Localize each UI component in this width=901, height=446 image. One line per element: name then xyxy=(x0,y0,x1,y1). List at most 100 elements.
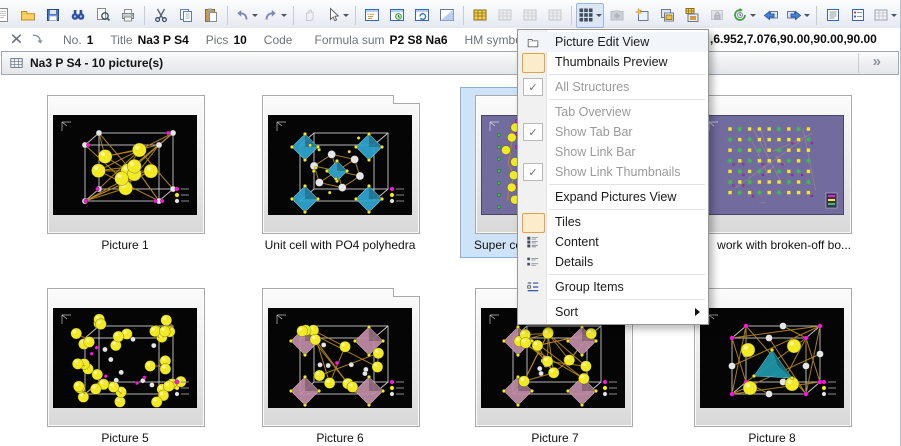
redo-arrow-icon xyxy=(262,7,279,24)
scissors-icon xyxy=(153,7,170,24)
cut-button[interactable] xyxy=(149,3,173,28)
redo-button[interactable] xyxy=(261,3,289,28)
picture-label[interactable]: Picture 7 xyxy=(465,431,645,445)
menu-item-content[interactable]: Content xyxy=(518,232,708,252)
print-preview-button[interactable] xyxy=(91,3,115,28)
menu-item-picture-edit-view[interactable]: Picture Edit View xyxy=(518,32,708,52)
new-picture-button[interactable] xyxy=(630,3,654,28)
new-document-button[interactable] xyxy=(0,3,15,28)
toolbar-separator xyxy=(816,6,817,25)
restore-picture-button[interactable] xyxy=(730,3,758,28)
check-icon: ✓ xyxy=(523,123,543,141)
toolbar-separator xyxy=(463,6,464,25)
picture-label[interactable]: Picture 1 xyxy=(35,238,215,252)
document-view-button[interactable] xyxy=(821,3,845,28)
field-value: P2 S8 Na6 xyxy=(390,33,448,47)
field-label: No. xyxy=(63,33,82,47)
print-button[interactable] xyxy=(116,3,140,28)
data-sheet-export-button xyxy=(518,3,542,28)
submenu-arrow-icon xyxy=(695,308,700,316)
close-record-button[interactable] xyxy=(7,31,26,49)
picture-copy-icon xyxy=(659,7,676,24)
picture-tile-6[interactable] xyxy=(262,288,420,427)
record-field-pics: Pics10 xyxy=(206,33,247,47)
picture-label[interactable]: Picture 6 xyxy=(250,431,430,445)
table-yellow-icon xyxy=(472,7,489,24)
menu-separator xyxy=(549,99,705,100)
picture-tile-1[interactable] xyxy=(47,95,205,234)
next-picture-button[interactable] xyxy=(784,3,812,28)
select-mode-button[interactable] xyxy=(323,3,351,28)
field-label: Code xyxy=(264,33,293,47)
binoculars-icon xyxy=(70,7,87,24)
picture-tile-5[interactable] xyxy=(47,288,205,427)
open-document-button[interactable] xyxy=(16,3,40,28)
copy-button[interactable] xyxy=(174,3,198,28)
record-field-formula-sum: Formula sumP2 S8 Na6 xyxy=(314,33,447,47)
clipboard-icon xyxy=(203,7,220,24)
picture-label[interactable]: Unit cell with PO4 polyhedra xyxy=(250,238,430,252)
undo-button[interactable] xyxy=(232,3,260,28)
menu-item-show-link-thumbnails: ✓Show Link Thumbnails xyxy=(518,162,708,182)
floppy-icon xyxy=(45,7,62,24)
split-view-button[interactable] xyxy=(435,3,459,28)
refresh-view-button[interactable] xyxy=(410,3,434,28)
lock-picture-button xyxy=(705,3,729,28)
menu-item-sort[interactable]: Sort xyxy=(518,302,708,322)
picture-label[interactable]: work with broken-off bo... xyxy=(717,238,851,252)
navigation-pane-button[interactable] xyxy=(360,3,384,28)
previous-picture-button[interactable] xyxy=(759,3,783,28)
props-list-icon xyxy=(850,7,867,24)
tab-overflow-chevron[interactable]: » xyxy=(858,53,891,73)
menu-item-label: Show Link Thumbnails xyxy=(555,165,681,179)
picture-view-mode-button[interactable] xyxy=(576,3,604,28)
goto-record-button[interactable] xyxy=(28,31,47,49)
duplicate-picture-button[interactable] xyxy=(680,3,704,28)
menu-item-expand-pictures-view[interactable]: Expand Pictures View xyxy=(518,187,708,207)
table-view-button[interactable] xyxy=(871,3,899,28)
thumbs-grid-icon xyxy=(577,7,594,24)
picture-tile-4[interactable] xyxy=(694,95,852,234)
toolbar-separator xyxy=(355,6,356,25)
menu-item-group-items[interactable]: Group Items xyxy=(518,277,708,297)
paste-button[interactable] xyxy=(199,3,223,28)
undo-arrow-icon xyxy=(233,7,250,24)
picture-tile-2[interactable] xyxy=(262,95,420,234)
picture-label[interactable]: Super ce xyxy=(474,238,522,252)
pan-mode-button xyxy=(298,3,322,28)
toolbar-separator xyxy=(144,6,145,25)
picture-new-icon xyxy=(634,7,651,24)
cell-parameters: ,6.952,7.076,90.00,90.00,90.00 xyxy=(710,32,877,46)
field-value: 10 xyxy=(233,33,246,47)
menu-item-thumbnails-preview[interactable]: Thumbnails Preview xyxy=(518,52,708,72)
picture-tile-8[interactable] xyxy=(694,288,852,427)
menu-separator xyxy=(549,184,705,185)
picture-label[interactable]: Picture 5 xyxy=(35,431,215,445)
menu-item-show-link-bar: Show Link Bar xyxy=(518,142,708,162)
field-value: 1 xyxy=(87,33,94,47)
table-gray-icon xyxy=(497,7,514,24)
menu-item-show-tab-bar: ✓Show Tab Bar xyxy=(518,122,708,142)
dropdown-arrow-icon xyxy=(596,14,602,17)
properties-view-button[interactable] xyxy=(846,3,870,28)
save-document-button[interactable] xyxy=(41,3,65,28)
find-button[interactable] xyxy=(66,3,90,28)
tab-bar[interactable]: Na3 P S4 - 10 picture(s) » xyxy=(1,51,899,75)
curved-arrow-icon xyxy=(30,31,45,49)
menu-item-details[interactable]: Details xyxy=(518,252,708,272)
menu-item-tab-overview: Tab Overview xyxy=(518,102,708,122)
pointer-icon xyxy=(324,7,341,24)
record-field-code: Code xyxy=(264,33,298,47)
menu-separator xyxy=(549,274,705,275)
copy-picture-button[interactable] xyxy=(655,3,679,28)
recent-pane-button[interactable] xyxy=(385,3,409,28)
menu-separator xyxy=(549,209,705,210)
menu-item-label: Content xyxy=(555,235,599,249)
picture-label[interactable]: Picture 8 xyxy=(682,431,862,445)
page-magnifier-icon xyxy=(95,7,112,24)
grid-tab-icon xyxy=(9,56,24,70)
menu-item-tiles[interactable]: Tiles xyxy=(518,212,708,232)
data-sheet-button[interactable] xyxy=(468,3,492,28)
content-rows-icon xyxy=(522,233,543,251)
view-context-menu: Picture Edit ViewThumbnails Preview✓All … xyxy=(517,29,709,325)
